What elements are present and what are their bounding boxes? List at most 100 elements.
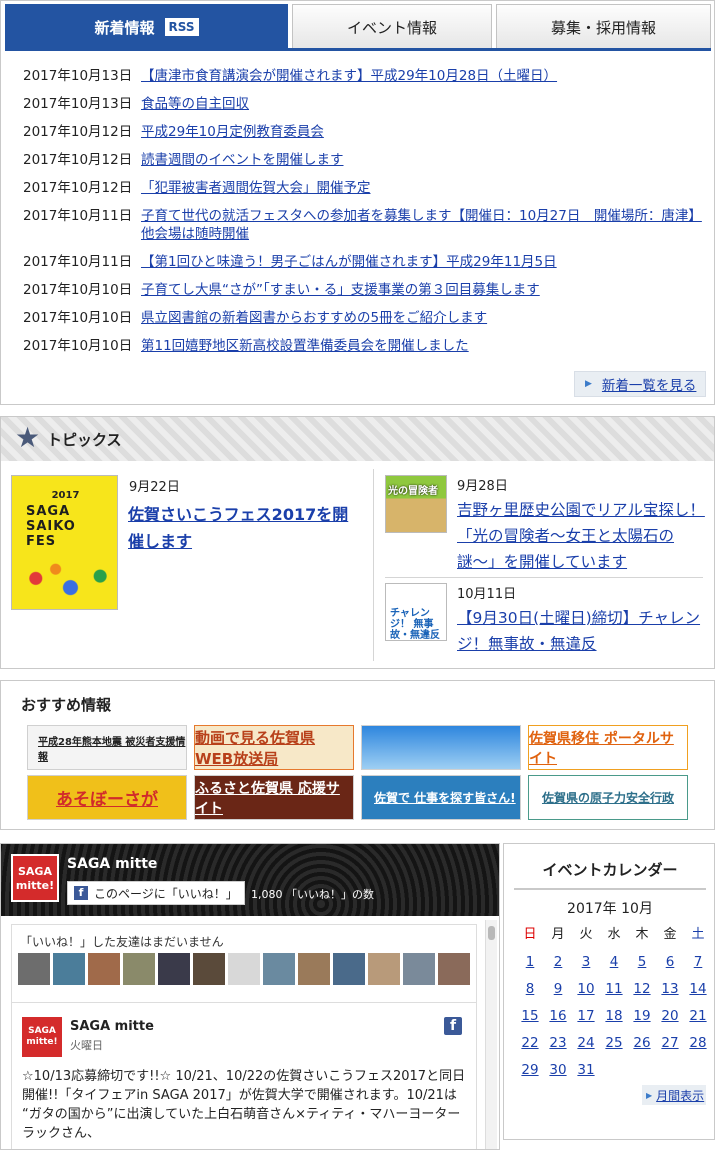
calendar-day-link[interactable]: 14: [689, 981, 706, 997]
banner-web-broadcast[interactable]: 動画で見る佐賀県 WEB放送局: [194, 725, 354, 770]
page-logo[interactable]: SAGA mitte!: [11, 854, 59, 902]
page-name[interactable]: SAGA mitte: [67, 856, 157, 872]
news-link[interactable]: 読書週間のイベントを開催します: [141, 151, 703, 169]
post-author[interactable]: SAGA mitte: [70, 1019, 154, 1034]
calendar-day-link[interactable]: 26: [633, 1035, 650, 1051]
avatar[interactable]: [298, 953, 330, 985]
calendar-month: 2017年 10月: [567, 901, 653, 917]
weekday-label: 金: [663, 927, 677, 942]
calendar-day-link[interactable]: 13: [661, 981, 678, 997]
calendar-day-link[interactable]: 31: [577, 1062, 594, 1078]
avatar[interactable]: [228, 953, 260, 985]
calendar-day-link[interactable]: 16: [549, 1008, 566, 1024]
yoshinogari-thumbnail[interactable]: 光の冒険者: [385, 475, 447, 533]
calendar-day-link[interactable]: 24: [577, 1035, 594, 1051]
calendar-cell: [628, 1060, 656, 1087]
calendar-day-link[interactable]: 28: [689, 1035, 706, 1051]
news-link[interactable]: 県立図書館の新着図書からおすすめの5冊をご紹介します: [141, 309, 703, 327]
news-more-link[interactable]: 新着一覧を見る: [602, 374, 697, 394]
calendar-day-link[interactable]: 21: [689, 1008, 706, 1024]
calendar-day-link[interactable]: 27: [661, 1035, 678, 1051]
calendar-row: 22 23 24 25 26 27 28: [516, 1033, 712, 1060]
avatar[interactable]: [18, 953, 50, 985]
avatar[interactable]: [438, 953, 470, 985]
calendar-day-link[interactable]: 12: [633, 981, 650, 997]
news-link[interactable]: 子育て世代の就活フェスタへの参加者を募集します【開催日：10月27日 開催場所：…: [141, 207, 703, 243]
calendar-day-link[interactable]: 7: [694, 954, 703, 970]
topic-link[interactable]: 【9月30日(土曜日)締切】チャレンジ！無事故・無違反: [457, 605, 705, 657]
calendar-day-link[interactable]: 10: [577, 981, 594, 997]
tab-events[interactable]: イベント情報: [292, 4, 492, 50]
news-link[interactable]: 平成29年10月定例教育委員会: [141, 123, 703, 141]
news-link[interactable]: 「犯罪被害者週間佐賀大会」開催予定: [141, 179, 703, 197]
banner-kumamoto-support[interactable]: 平成28年熊本地震 被災者支援情報: [27, 725, 187, 770]
calendar-day-link[interactable]: 9: [554, 981, 563, 997]
news-link[interactable]: 食品等の自主回収: [141, 95, 703, 113]
calendar-day-link[interactable]: 5: [638, 954, 647, 970]
calendar-day-link[interactable]: 25: [605, 1035, 622, 1051]
calendar-cell: 22: [516, 1033, 544, 1060]
scrollbar-thumb[interactable]: [488, 926, 495, 940]
calendar-cell: 23: [544, 1033, 572, 1060]
calendar-day-link[interactable]: 22: [521, 1035, 538, 1051]
calendar-day-link[interactable]: 8: [526, 981, 535, 997]
banner-furusato[interactable]: ふるさと佐賀県 応援サイト: [194, 775, 354, 820]
calendar-day-link[interactable]: 2: [554, 954, 563, 970]
avatar[interactable]: [263, 953, 295, 985]
scrollbar[interactable]: [485, 920, 497, 1149]
tab-recruit[interactable]: 募集・採用情報: [496, 4, 711, 50]
avatar[interactable]: [368, 953, 400, 985]
topic-link[interactable]: 佐賀さいこうフェス2017を開催します: [128, 501, 358, 555]
calendar-title: イベントカレンダー: [514, 850, 706, 890]
calendar-day-link[interactable]: 30: [549, 1062, 566, 1078]
post-day[interactable]: 火曜日: [70, 1037, 103, 1053]
avatar[interactable]: [88, 953, 120, 985]
avatar[interactable]: [123, 953, 155, 985]
rss-icon[interactable]: RSS: [164, 18, 199, 36]
calendar-day-link[interactable]: 11: [605, 981, 622, 997]
news-link[interactable]: 子育てし大県“さが”「すまい・る」支援事業の第３回目募集します: [141, 281, 703, 299]
post-avatar[interactable]: SAGA mitte!: [22, 1017, 62, 1057]
post-body: ☆10/13応募締切です!!☆ 10/21、10/22の佐賀さいこうフェス201…: [22, 1069, 466, 1141]
avatar[interactable]: [53, 953, 85, 985]
calendar-day-link[interactable]: 18: [605, 1008, 622, 1024]
calendar-day-link[interactable]: 6: [666, 954, 675, 970]
tab-news[interactable]: 新着情報 RSS: [5, 4, 288, 50]
news-date: 2017年10月12日: [23, 124, 133, 140]
news-link[interactable]: 第11回嬉野地区新高校設置準備委員会を開催しました: [141, 337, 703, 355]
monthly-view-link[interactable]: 月間表示: [656, 1087, 704, 1104]
avatar[interactable]: [333, 953, 365, 985]
topics-title: トピックス: [47, 431, 122, 449]
calendar-day-link[interactable]: 29: [521, 1062, 538, 1078]
news-panel: 新着情報 RSS イベント情報 募集・採用情報 2017年10月13日 【唐津市食…: [0, 0, 715, 405]
topic-link[interactable]: 吉野ヶ里歴史公園でリアル宝探し！「光の冒険者〜女王と太陽石の謎〜」を開催していま…: [457, 497, 705, 575]
banner-tourism[interactable]: あそぼーさが: [27, 775, 187, 820]
banner-nuclear-safety[interactable]: 佐賀県の原子力安全行政: [528, 775, 688, 820]
news-link[interactable]: 【第1回ひと味違う！男子ごはんが開催されます】平成29年11月5日: [141, 253, 703, 271]
news-link[interactable]: 【唐津市食育講演会が開催されます】平成29年10月28日（土曜日）: [141, 67, 703, 85]
challenge-thumbnail[interactable]: チャレンジ！ 無事故・無違反: [385, 583, 447, 641]
calendar-cell: 31: [572, 1060, 600, 1087]
banner-job-search[interactable]: 佐賀で 仕事を探す皆さん!: [361, 775, 521, 820]
calendar-day-link[interactable]: 15: [521, 1008, 538, 1024]
banner-sky-image[interactable]: [361, 725, 521, 770]
calendar-day-link[interactable]: 19: [633, 1008, 650, 1024]
calendar-day-link[interactable]: 3: [582, 954, 591, 970]
saiko-fes-thumbnail[interactable]: 2017 SAGA SAIKO FES: [11, 475, 118, 610]
calendar-day-link[interactable]: 4: [610, 954, 619, 970]
like-button[interactable]: f このページに「いいね！」: [67, 881, 245, 905]
calendar-day-link[interactable]: 1: [526, 954, 535, 970]
calendar-cell: 28: [684, 1033, 712, 1060]
facebook-icon[interactable]: f: [444, 1017, 462, 1035]
calendar-cell: 24: [572, 1033, 600, 1060]
avatar[interactable]: [158, 953, 190, 985]
like-count: 1,080 「いいね！」の数: [251, 888, 374, 901]
banner-migration-portal[interactable]: 佐賀県移住 ポータルサイト: [528, 725, 688, 770]
calendar-day-link[interactable]: 17: [577, 1008, 594, 1024]
monthly-view-button[interactable]: ▶ 月間表示: [642, 1085, 706, 1105]
avatar[interactable]: [403, 953, 435, 985]
calendar-day-link[interactable]: 23: [549, 1035, 566, 1051]
avatar[interactable]: [193, 953, 225, 985]
calendar-day-link[interactable]: 20: [661, 1008, 678, 1024]
news-more-button[interactable]: ▶ 新着一覧を見る: [574, 371, 706, 397]
